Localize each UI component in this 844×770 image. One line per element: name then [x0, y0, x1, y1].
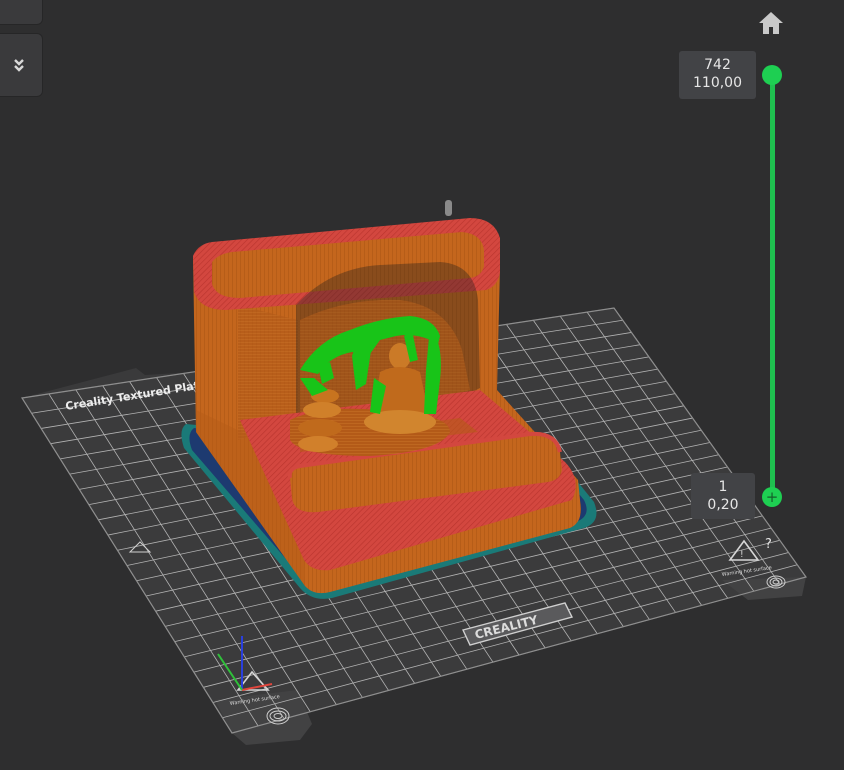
layer-slider-bottom-handle[interactable]: +: [762, 487, 782, 507]
bottom-layer-height: 0,20: [707, 497, 739, 513]
3d-viewport[interactable]: Creality Textured Plate CREALITY ! Warni…: [0, 0, 844, 770]
plus-icon: +: [765, 487, 779, 506]
bottom-layer-number: 1: [718, 479, 728, 495]
nozzle-marker: [445, 200, 452, 216]
layer-bottom-readout: 1 0,20: [691, 473, 755, 519]
svg-text:!: !: [740, 550, 744, 560]
layer-slider-top-handle[interactable]: [762, 65, 782, 85]
home-icon: [759, 12, 783, 34]
top-layer-number: 742: [704, 57, 731, 73]
layer-top-readout: 742 110,00: [679, 51, 756, 99]
top-layer-height: 110,00: [693, 75, 742, 91]
layer-slider-track[interactable]: [770, 74, 775, 498]
home-view-button[interactable]: [755, 8, 787, 38]
help-button[interactable]: ?: [765, 537, 772, 552]
